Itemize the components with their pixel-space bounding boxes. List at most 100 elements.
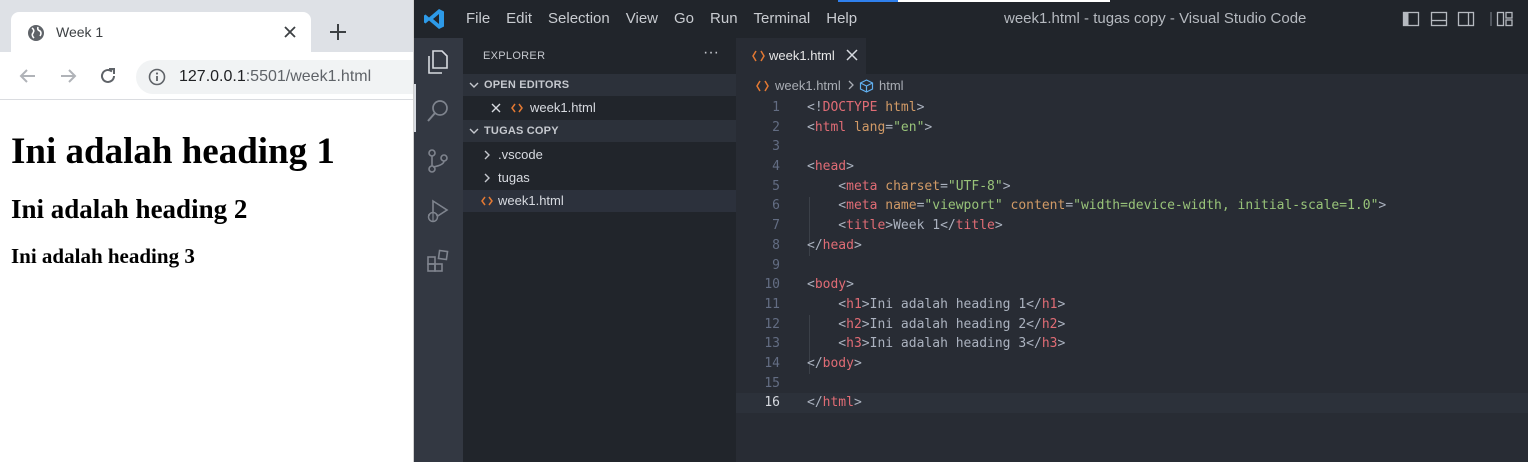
menu-selection[interactable]: Selection: [548, 10, 610, 27]
breadcrumb-file[interactable]: week1.html: [775, 78, 841, 93]
code-token: >: [1057, 316, 1066, 332]
code-token: =: [940, 178, 948, 194]
line-number: 1: [772, 100, 780, 115]
code-token: </: [1026, 336, 1042, 352]
code-token: >: [916, 100, 925, 115]
code-token: >: [1378, 198, 1387, 214]
code-line[interactable]: 16 </html>: [736, 393, 1528, 413]
menu-file[interactable]: File: [466, 10, 490, 27]
line-number: 2: [772, 119, 780, 135]
symbol-element-icon: [859, 79, 874, 93]
code-line-content: </body>: [807, 354, 862, 374]
code-line[interactable]: 6 <meta name="viewport" content="width=d…: [736, 196, 1528, 216]
url-path: :5501/week1.html: [245, 68, 372, 85]
run-and-debug-icon[interactable]: [425, 198, 451, 224]
code-token: <: [807, 296, 847, 312]
close-icon[interactable]: [846, 49, 858, 61]
code-token: h1: [1041, 296, 1058, 312]
forward-arrow-icon[interactable]: [58, 66, 78, 86]
code-line[interactable]: 14 </body>: [736, 354, 1528, 374]
code-token: >: [1002, 178, 1011, 194]
close-icon[interactable]: [281, 23, 299, 41]
menu-terminal[interactable]: Terminal: [754, 10, 811, 27]
code-line[interactable]: 4 <head>: [736, 157, 1528, 177]
tree-item-tugas[interactable]: tugas: [463, 167, 736, 189]
breadcrumb-symbol[interactable]: html: [879, 78, 904, 93]
code-editor[interactable]: 1 <!DOCTYPE html> 2 <html lang="en"> 3 4 <head…: [736, 98, 1528, 413]
web-page-content: Ini adalah heading 1 Ini adalah heading …: [0, 100, 413, 268]
code-line[interactable]: 10 <body>: [736, 275, 1528, 295]
code-line[interactable]: 9: [736, 256, 1528, 276]
explorer-sidebar: EXPLORER ··· OPEN EDITORS week1.html TUG…: [463, 38, 736, 462]
tree-item-vscode[interactable]: .vscode: [463, 144, 736, 166]
code-token: >: [994, 218, 1003, 234]
code-line[interactable]: 13 <h3>Ini adalah heading 3</h3>: [736, 334, 1528, 354]
explorer-icon[interactable]: [425, 49, 451, 75]
open-editors-section[interactable]: OPEN EDITORS: [463, 74, 736, 96]
code-line[interactable]: 12 <h2>Ini adalah heading 2</h2>: [736, 315, 1528, 335]
extensions-icon[interactable]: [425, 248, 451, 274]
code-token: </: [807, 395, 823, 411]
code-token: Ini adalah heading 2: [869, 316, 1027, 332]
code-line[interactable]: 7 <title>Week 1</title>: [736, 216, 1528, 236]
code-line[interactable]: 8 </head>: [736, 236, 1528, 256]
menu-edit[interactable]: Edit: [506, 10, 532, 27]
globe-icon: [28, 25, 44, 41]
tree-item-week1-html[interactable]: week1.html: [463, 190, 736, 212]
customize-layout-icon[interactable]: [1496, 10, 1514, 28]
editor-tab-week1-html[interactable]: week1.html: [736, 38, 866, 74]
line-number: 10: [764, 277, 780, 293]
editor-tabs-bar: week1.html: [736, 38, 1528, 74]
code-line[interactable]: 1 <!DOCTYPE html>: [736, 98, 1528, 118]
code-token: </: [807, 237, 823, 253]
code-line[interactable]: 11 <h1>Ini adalah heading 1</h1>: [736, 295, 1528, 315]
back-arrow-icon[interactable]: [18, 66, 38, 86]
open-editor-item[interactable]: week1.html: [463, 97, 736, 119]
toggle-primary-sidebar-icon[interactable]: [1402, 10, 1420, 28]
code-token: body: [822, 355, 854, 371]
browser-window: Week 1 127.0.0.1:5501/week1.html Ini ada…: [0, 0, 414, 462]
code-token: >: [853, 395, 862, 411]
code-token: h2: [846, 316, 862, 332]
code-line[interactable]: 2 <html lang="en">: [736, 118, 1528, 138]
menu-go[interactable]: Go: [674, 10, 694, 27]
code-token: <: [807, 159, 815, 175]
code-line-content: <h1>Ini adalah heading 1</h1>: [807, 295, 1065, 315]
code-token: h1: [846, 296, 862, 312]
code-token: meta: [846, 198, 878, 214]
code-token: <: [807, 218, 847, 234]
line-number: 6: [772, 198, 780, 214]
explorer-title: EXPLORER: [483, 50, 546, 62]
site-info-icon[interactable]: [148, 68, 166, 86]
code-token: "viewport": [924, 198, 1003, 214]
code-line[interactable]: 15: [736, 374, 1528, 394]
folder-section[interactable]: TUGAS COPY: [463, 120, 736, 142]
more-actions-icon[interactable]: ···: [703, 44, 719, 62]
toggle-secondary-sidebar-icon[interactable]: [1457, 10, 1475, 28]
line-number: 12: [764, 316, 780, 332]
new-tab-icon[interactable]: [328, 22, 348, 42]
address-bar[interactable]: 127.0.0.1:5501/week1.html: [136, 60, 413, 94]
code-line[interactable]: 3: [736, 137, 1528, 157]
code-token: </: [1026, 316, 1042, 332]
close-icon[interactable]: [491, 103, 501, 113]
toggle-panel-icon[interactable]: [1430, 10, 1448, 28]
code-token: "en": [893, 119, 925, 135]
code-token: h3: [846, 336, 862, 352]
title-progress-strip: [838, 0, 1110, 2]
menu-run[interactable]: Run: [710, 10, 738, 27]
code-token: <: [807, 198, 847, 214]
menu-help[interactable]: Help: [826, 10, 857, 27]
html-file-icon: [481, 196, 493, 206]
page-heading-3: Ini adalah heading 3: [11, 244, 195, 268]
browser-tab[interactable]: Week 1: [11, 12, 311, 52]
menu-view[interactable]: View: [626, 10, 658, 27]
code-token: head: [814, 159, 847, 175]
code-token: name: [885, 198, 917, 214]
reload-icon[interactable]: [98, 66, 118, 86]
source-control-icon[interactable]: [425, 148, 451, 174]
search-icon[interactable]: [425, 98, 451, 124]
code-token: head: [822, 237, 854, 253]
line-number: 3: [772, 139, 780, 155]
code-line[interactable]: 5 <meta charset="UTF-8">: [736, 177, 1528, 197]
